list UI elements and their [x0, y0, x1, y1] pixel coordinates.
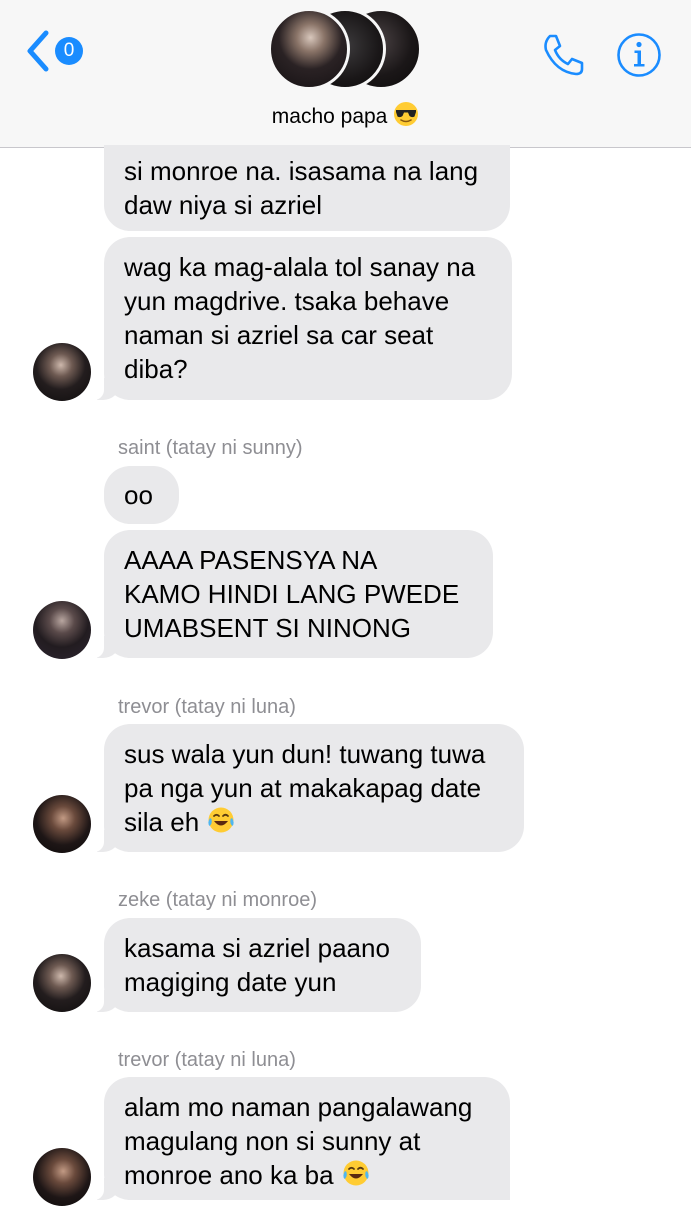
sunglasses-emoji-icon — [394, 102, 419, 126]
message-text: monroe ano ka ba — [124, 1160, 334, 1190]
phone-call-icon[interactable] — [538, 30, 588, 80]
sender-name: saint (tatay ni sunny) — [118, 437, 303, 459]
message-bubble[interactable]: AAAA PASENSYA NA KAMO HINDI LANG PWEDE U… — [92, 530, 493, 658]
chevron-left-icon — [27, 30, 49, 72]
message-text: diba? — [124, 354, 188, 384]
info-icon[interactable] — [616, 32, 662, 78]
message-text: si monroe na. isasama na lang — [124, 156, 479, 186]
back-button[interactable]: 0 — [24, 28, 94, 74]
message-text: AAAA PASENSYA NA — [124, 545, 378, 575]
message-text: kasama si azriel paano — [124, 933, 390, 963]
message-line: sila eh — [124, 805, 504, 839]
sender-avatar[interactable] — [33, 795, 91, 853]
sender-name: zeke (tatay ni monroe) — [118, 889, 317, 911]
message-text: wag ka mag-alala tol sanay na — [124, 252, 476, 282]
message-bubble[interactable]: si monroe na. isasama na lang daw niya s… — [104, 145, 510, 231]
chat-header: 0 macho papa — [0, 0, 691, 148]
message-line: monroe ano ka ba — [124, 1158, 490, 1192]
message-text: sus wala yun dun! tuwang tuwa — [124, 739, 486, 769]
message-bubble[interactable]: sus wala yun dun! tuwang tuwa pa nga yun… — [92, 724, 524, 852]
unread-count-badge: 0 — [55, 37, 83, 65]
message-text: KAMO HINDI LANG PWEDE — [124, 579, 460, 609]
message-bubble[interactable]: alam mo naman pangalawang magulang non s… — [92, 1077, 510, 1200]
group-avatar-stack[interactable] — [268, 8, 428, 90]
message-text: sila eh — [124, 807, 200, 837]
message-text: UMABSENT SI NINONG — [124, 613, 412, 643]
chat-title[interactable]: macho papa — [0, 101, 691, 129]
sender-name: trevor (tatay ni luna) — [118, 696, 296, 718]
group-member-avatar — [268, 8, 350, 90]
tears-of-joy-emoji-icon — [208, 807, 235, 833]
message-text: oo — [124, 480, 153, 510]
message-text: magulang non si sunny at — [124, 1126, 421, 1156]
sender-name: trevor (tatay ni luna) — [118, 1049, 296, 1071]
message-text: yun magdrive. tsaka behave — [124, 286, 450, 316]
sender-avatar[interactable] — [33, 954, 91, 1012]
chat-title-text: macho papa — [271, 105, 388, 128]
message-bubble[interactable]: oo — [104, 466, 179, 524]
sender-avatar[interactable] — [33, 343, 91, 401]
tears-of-joy-emoji-icon — [343, 1160, 369, 1186]
sender-avatar[interactable] — [33, 601, 91, 659]
sender-avatar[interactable] — [33, 1148, 91, 1206]
message-text: pa nga yun at makakapag date — [124, 773, 482, 803]
message-bubble[interactable]: wag ka mag-alala tol sanay na yun magdri… — [92, 237, 512, 400]
message-bubble[interactable]: kasama si azriel paano magiging date yun — [92, 918, 421, 1012]
message-text: naman si azriel sa car seat — [124, 320, 434, 350]
message-text: daw niya si azriel — [124, 190, 322, 220]
message-text: alam mo naman pangalawang — [124, 1092, 473, 1122]
message-text: magiging date yun — [124, 967, 337, 997]
